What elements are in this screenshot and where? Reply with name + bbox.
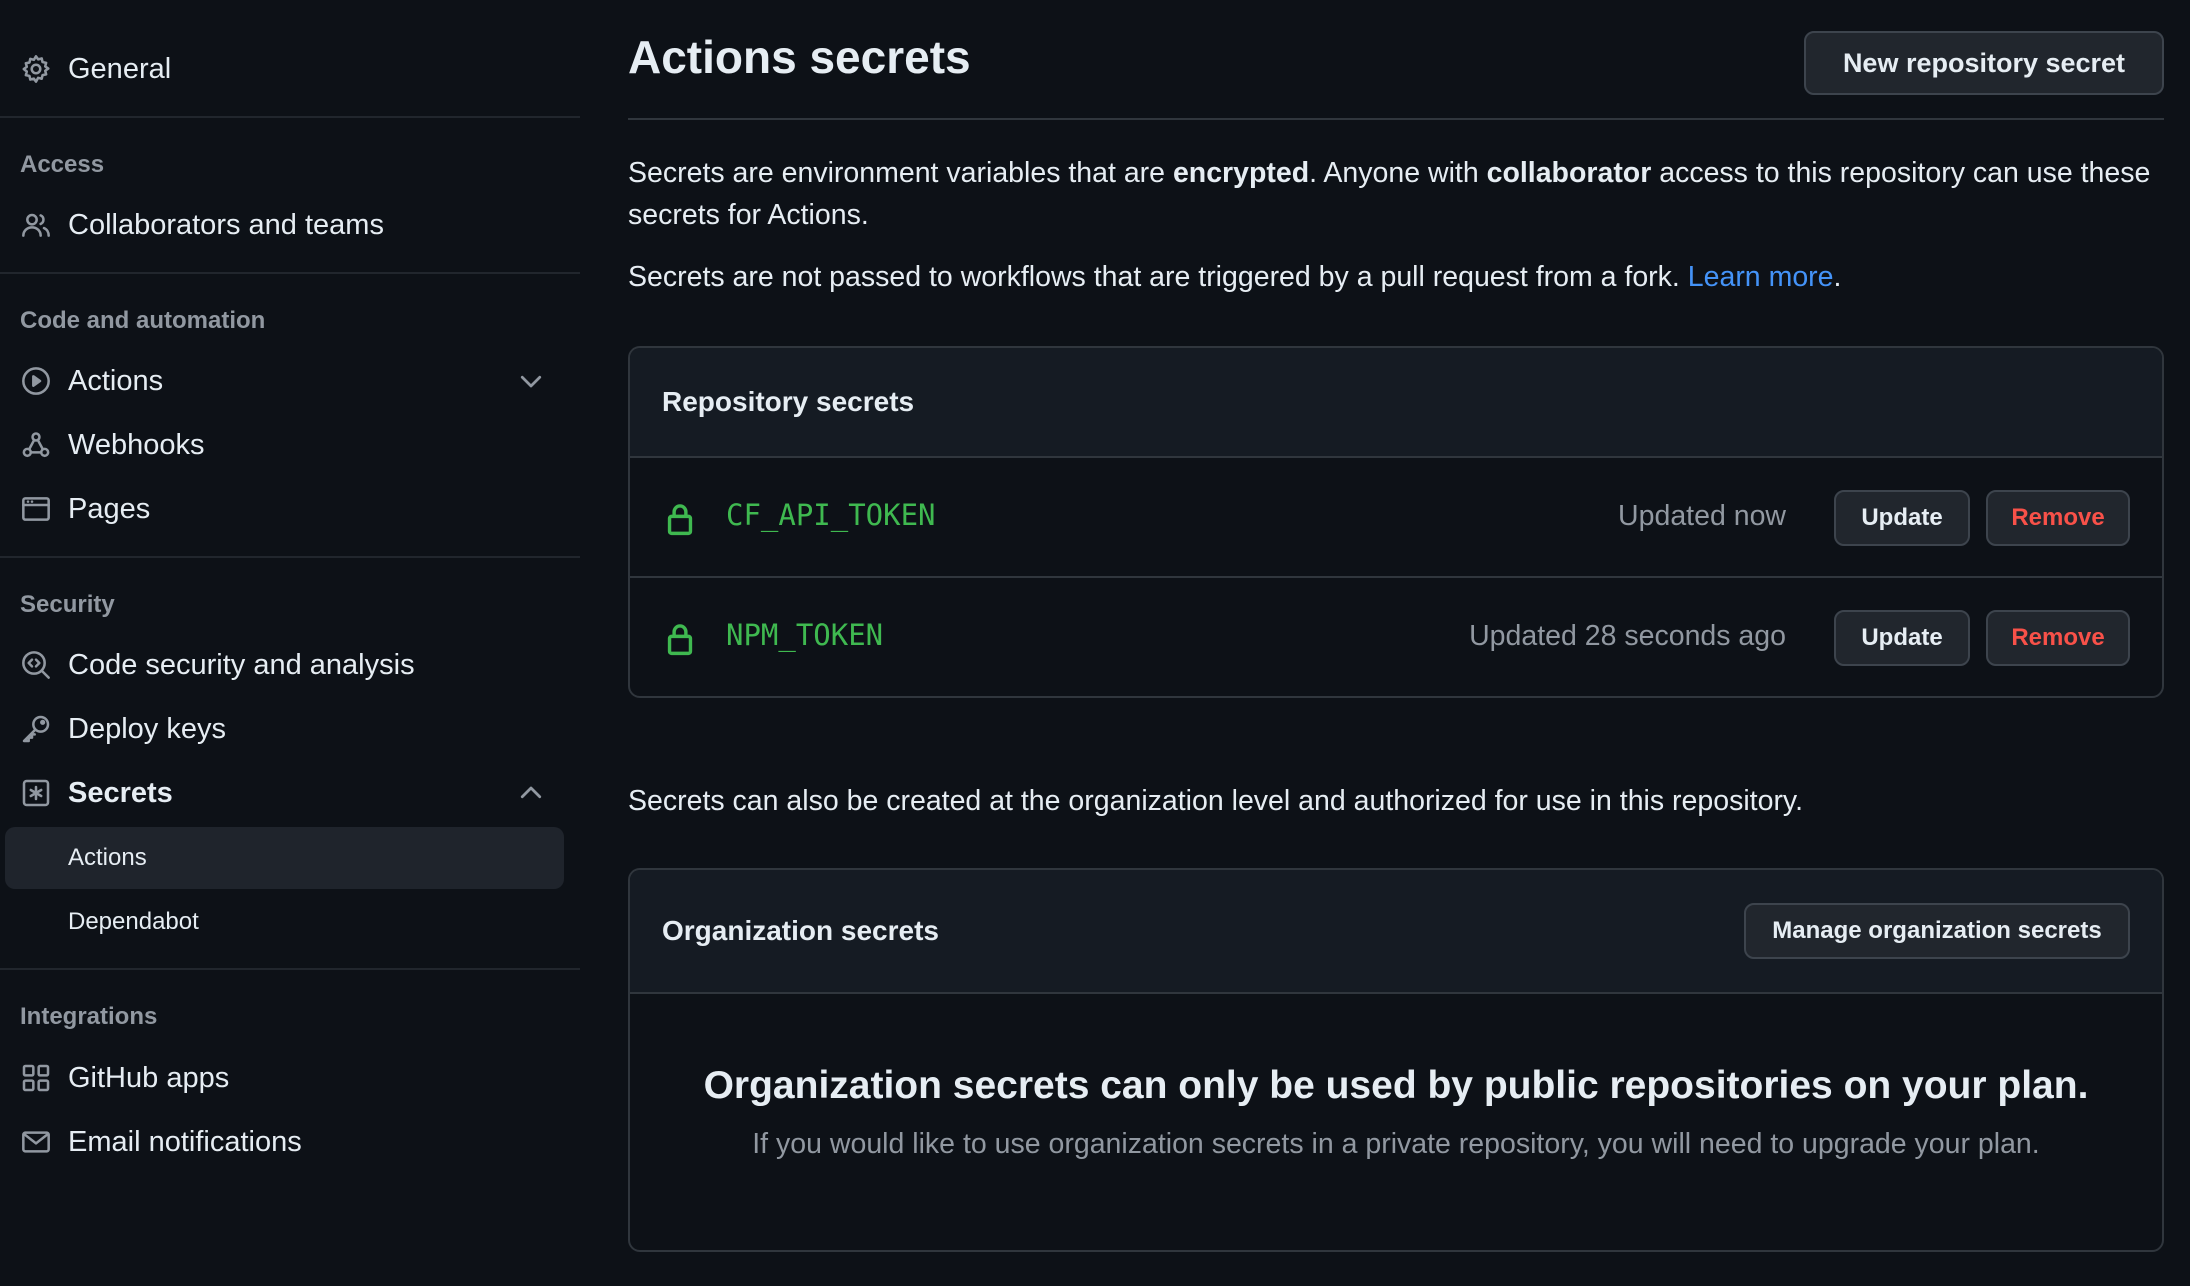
webhook-icon <box>19 428 53 462</box>
org-secrets-blankslate-title: Organization secrets can only be used by… <box>703 1064 2089 1107</box>
org-secrets-blankslate-text: If you would like to use organization se… <box>752 1128 2040 1160</box>
sidebar-item-email-notifications[interactable]: Email notifications <box>0 1115 564 1169</box>
sidebar-divider <box>0 968 580 970</box>
sidebar-item-deploy-keys[interactable]: Deploy keys <box>0 702 564 756</box>
sidebar-subitem-secrets-actions[interactable]: Actions <box>5 827 564 889</box>
sidebar-item-github-apps[interactable]: GitHub apps <box>0 1051 564 1105</box>
sidebar-item-label: GitHub apps <box>68 1061 230 1094</box>
chevron-up-icon[interactable] <box>516 778 546 808</box>
page-title: Actions secrets <box>628 31 971 83</box>
sidebar-subitem-secrets-dependabot[interactable]: Dependabot <box>5 891 564 953</box>
apps-icon <box>19 1061 53 1095</box>
lock-icon <box>664 622 696 656</box>
section-heading-access: Access <box>20 151 105 178</box>
sidebar-item-collaborators[interactable]: Collaborators and teams <box>0 198 564 252</box>
secret-row: NPM_TOKEN Updated 28 seconds ago Update … <box>630 578 2162 696</box>
org-secrets-note: Secrets can also be created at the organ… <box>628 785 1803 817</box>
people-icon <box>19 208 53 242</box>
sidebar-item-label: Actions <box>68 364 164 397</box>
intro-bold-collaborator: collaborator <box>1486 157 1652 189</box>
repository-secrets-header: Repository secrets <box>630 348 2162 458</box>
sidebar-item-label: Collaborators and teams <box>68 208 384 241</box>
sidebar-item-label: Code security and analysis <box>68 648 415 681</box>
secret-updated-time: Updated 28 seconds ago <box>1469 620 1786 652</box>
intro-text: . Anyone with <box>1309 157 1487 189</box>
intro-bold-encrypted: encrypted <box>1172 157 1310 189</box>
sidebar-item-pages[interactable]: Pages <box>0 482 564 536</box>
fork-note-end: . <box>1833 261 1842 293</box>
sidebar-item-secrets[interactable]: Secrets <box>0 766 564 820</box>
update-secret-button[interactable]: Update <box>1834 610 1970 666</box>
browser-icon <box>19 492 53 526</box>
sidebar-item-actions[interactable]: Actions <box>0 354 564 408</box>
play-icon <box>19 364 53 398</box>
sidebar-item-label: Email notifications <box>68 1125 302 1158</box>
chevron-down-icon[interactable] <box>516 366 546 396</box>
sidebar-item-label: Dependabot <box>68 908 199 935</box>
intro-paragraph: Secrets are environment variables that a… <box>628 152 2164 236</box>
sidebar-item-label: Webhooks <box>68 428 205 461</box>
sidebar-item-label: General <box>68 52 172 85</box>
sidebar-item-label: Actions <box>68 844 147 871</box>
manage-organization-secrets-button[interactable]: Manage organization secrets <box>1744 903 2130 959</box>
sidebar-item-label: Secrets <box>68 776 173 809</box>
secret-name: CF_API_TOKEN <box>726 498 936 532</box>
secret-row: CF_API_TOKEN Updated now Update Remove <box>630 458 2162 578</box>
settings-page: General Access Collaborators and teams C… <box>0 0 2190 1286</box>
key-icon <box>19 712 53 746</box>
asterisk-icon <box>19 776 53 810</box>
sidebar-item-general[interactable]: General <box>0 42 564 96</box>
title-divider <box>628 118 2164 120</box>
sidebar-item-code-security[interactable]: Code security and analysis <box>0 638 564 692</box>
fork-note-text: Secrets are not passed to workflows that… <box>628 261 1688 293</box>
sidebar-divider <box>0 556 580 558</box>
remove-secret-button[interactable]: Remove <box>1986 610 2130 666</box>
gear-icon <box>19 52 53 86</box>
intro-text: Secrets are environment variables that a… <box>628 157 1173 189</box>
sidebar-divider <box>0 116 580 118</box>
fork-note: Secrets are not passed to workflows that… <box>628 256 1841 298</box>
remove-secret-button[interactable]: Remove <box>1986 490 2130 546</box>
repository-secrets-box: Repository secrets CF_API_TOKEN Updated … <box>628 346 2164 698</box>
sidebar-item-webhooks[interactable]: Webhooks <box>0 418 564 472</box>
organization-secrets-box: Organization secrets Manage organization… <box>628 868 2164 1252</box>
mail-icon <box>19 1125 53 1159</box>
new-repository-secret-button[interactable]: New repository secret <box>1804 31 2164 95</box>
sidebar-item-label: Deploy keys <box>68 712 226 745</box>
lock-icon <box>664 502 696 536</box>
repository-secrets-title: Repository secrets <box>662 386 915 417</box>
learn-more-link[interactable]: Learn more <box>1688 261 1834 293</box>
section-heading-integrations: Integrations <box>20 1003 158 1030</box>
secret-name: NPM_TOKEN <box>726 618 884 652</box>
organization-secrets-header: Organization secrets Manage organization… <box>630 870 2162 994</box>
section-heading-security: Security <box>20 591 115 618</box>
secret-updated-time: Updated now <box>1618 500 1786 532</box>
section-heading-code-automation: Code and automation <box>20 307 266 334</box>
sidebar-item-label: Pages <box>68 492 151 525</box>
codescan-icon <box>19 648 53 682</box>
update-secret-button[interactable]: Update <box>1834 490 1970 546</box>
sidebar-divider <box>0 272 580 274</box>
organization-secrets-title: Organization secrets <box>662 915 939 946</box>
